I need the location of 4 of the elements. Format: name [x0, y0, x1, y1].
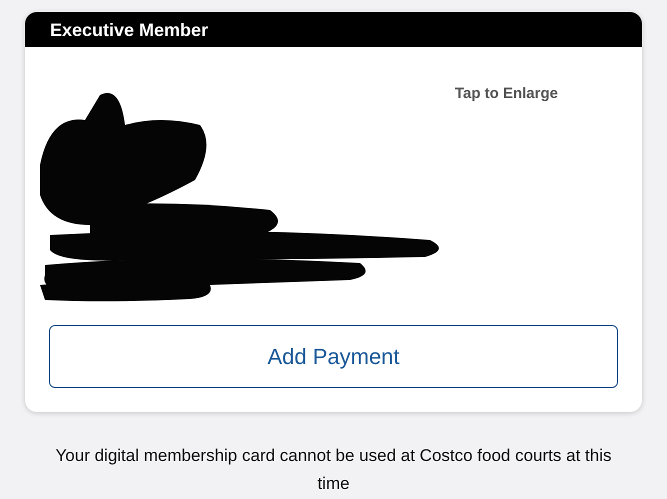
add-payment-button[interactable]: Add Payment: [49, 325, 618, 388]
notice-text: Your digital membership card cannot be used at Costco food courts at this time: [54, 445, 612, 495]
card-title: Executive Member: [50, 20, 208, 40]
tap-to-enlarge-link[interactable]: Tap to Enlarge: [454, 85, 558, 102]
